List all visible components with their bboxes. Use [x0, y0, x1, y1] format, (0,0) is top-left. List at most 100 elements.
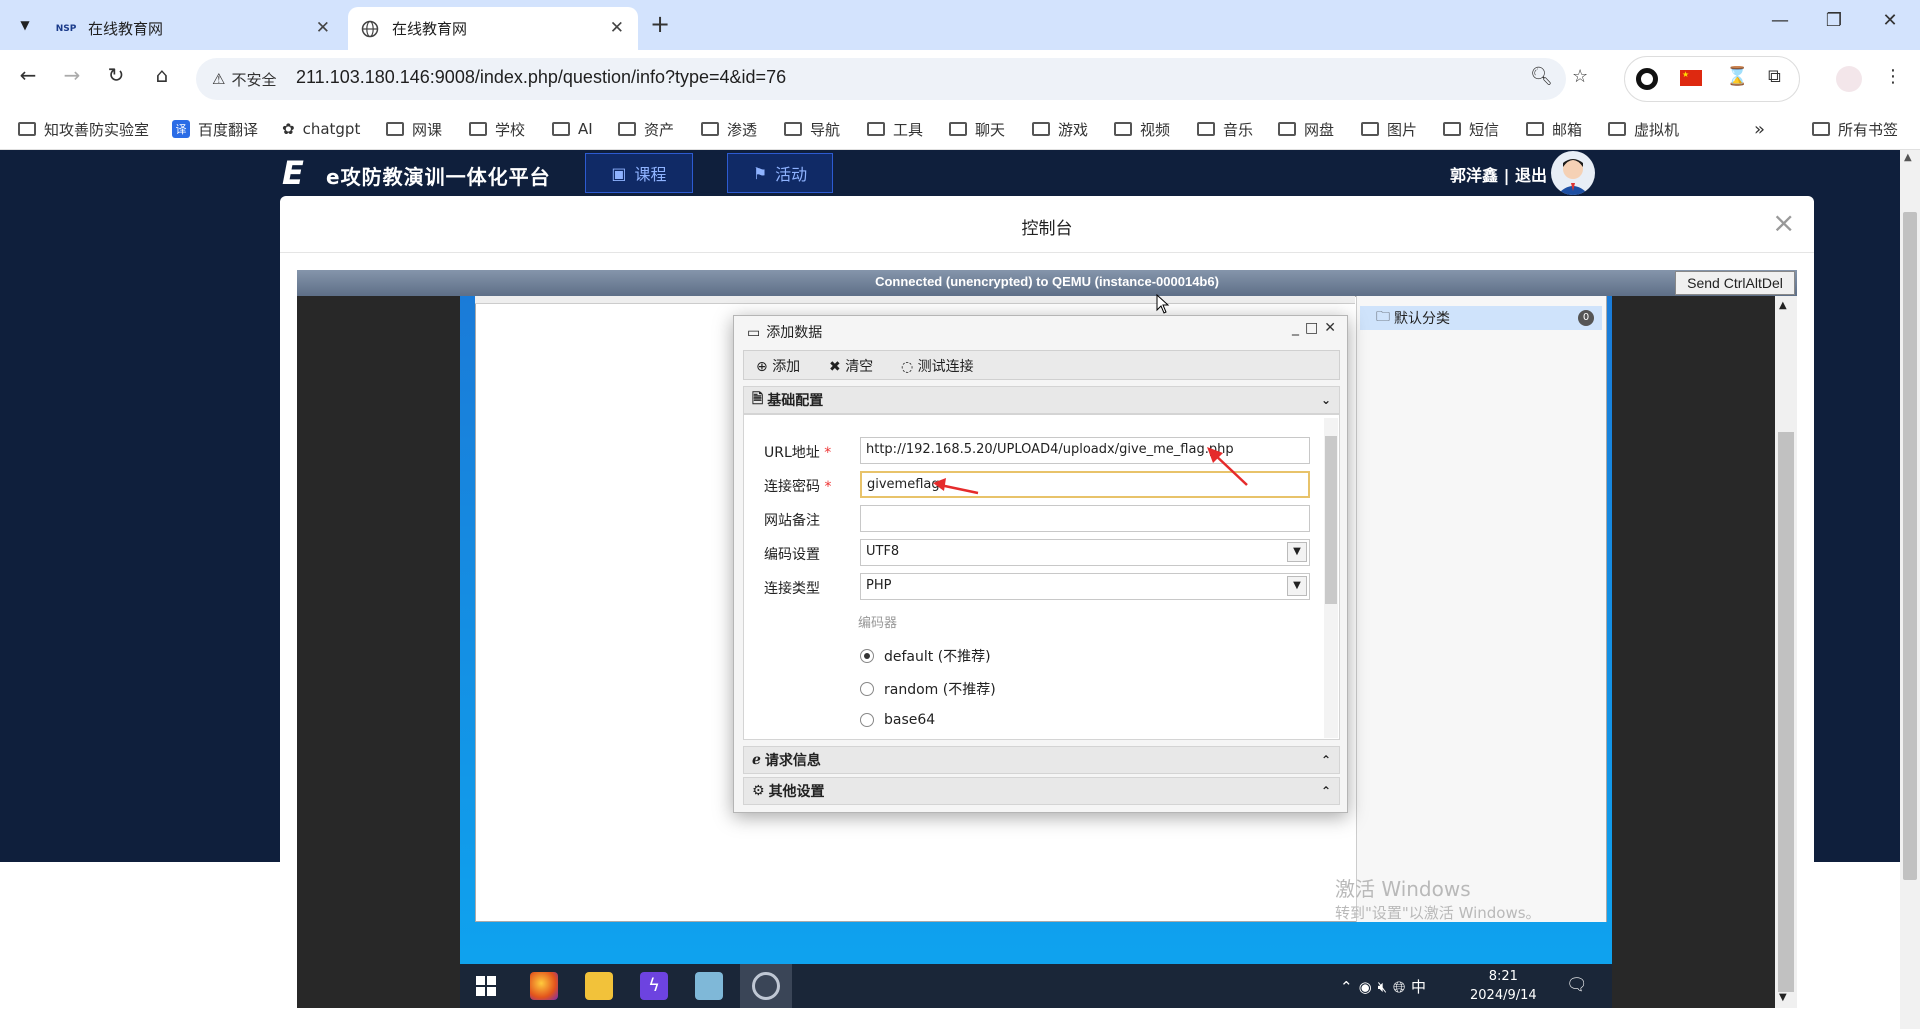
folder-icon: [1114, 122, 1132, 136]
new-tab-button[interactable]: +: [650, 10, 670, 38]
encoder-radio-default[interactable]: default (不推荐): [860, 646, 991, 666]
bookmark-item[interactable]: 虚拟机: [1608, 116, 1679, 142]
folder-icon: [386, 122, 404, 136]
encoder-radio-base64[interactable]: base64: [860, 712, 935, 728]
close-tab-icon[interactable]: ✕: [316, 18, 330, 38]
tab-title: 在线教育网: [88, 20, 164, 38]
bookmark-item[interactable]: 短信: [1443, 116, 1499, 142]
bookmark-item[interactable]: 网课: [386, 116, 442, 142]
category-item[interactable]: 🗀 默认分类: [1360, 306, 1602, 330]
clear-button[interactable]: ✖ 清空: [829, 356, 873, 376]
china-flag-icon[interactable]: ★: [1680, 70, 1702, 86]
note-input[interactable]: [860, 505, 1310, 532]
zoom-icon[interactable]: 🔍︎: [1530, 66, 1553, 87]
star-icon[interactable]: ☆: [1572, 66, 1588, 87]
bookmark-item[interactable]: 译百度翻译: [172, 116, 258, 142]
url-text[interactable]: 211.103.180.146:9008/index.php/question/…: [296, 67, 786, 88]
burp-icon[interactable]: ϟ: [640, 972, 668, 1000]
folder-icon: [1443, 122, 1461, 136]
maximize-icon[interactable]: □: [1305, 320, 1324, 336]
site-logo-icon[interactable]: E: [282, 157, 316, 189]
taskbar-clock[interactable]: 8:21 2024/9/14: [1470, 967, 1537, 1005]
nav-course-tab[interactable]: ▣ 课程: [585, 153, 693, 193]
tab-1[interactable]: NSP 在线教育网 ✕: [44, 7, 344, 50]
home-icon[interactable]: ⌂: [146, 63, 178, 87]
scroll-up-icon[interactable]: ▲: [1779, 300, 1787, 311]
tab-search-button[interactable]: ▼: [10, 10, 40, 40]
windows-start-icon[interactable]: [476, 976, 496, 996]
bookmark-item[interactable]: 聊天: [949, 116, 1005, 142]
file-icon: 🗎: [752, 391, 764, 407]
user-menu[interactable]: 郭洋鑫 | 退出: [1450, 162, 1547, 186]
antsword-icon[interactable]: [752, 972, 780, 1000]
encoding-select[interactable]: UTF8 ▼: [860, 539, 1310, 566]
folder-icon: [701, 122, 719, 136]
folder-icon: [469, 122, 487, 136]
bookmark-item[interactable]: AI: [552, 116, 593, 142]
section-other-settings[interactable]: ⚙ 其他设置 ⌃: [743, 777, 1340, 805]
annotation-arrow-password: [933, 478, 979, 495]
minimize-icon[interactable]: —: [1760, 10, 1800, 31]
profile-avatar[interactable]: [1836, 66, 1862, 92]
notification-icon[interactable]: 🗨︎: [1566, 975, 1588, 995]
bookmark-item[interactable]: 学校: [469, 116, 525, 142]
test-connection-button[interactable]: ◌ 测试连接: [901, 356, 974, 376]
modal-title: 控制台: [1021, 219, 1073, 239]
minimize-icon[interactable]: _: [1292, 320, 1305, 336]
restore-icon[interactable]: ❐: [1814, 10, 1854, 31]
bookmark-item[interactable]: 资产: [618, 116, 674, 142]
type-label: 连接类型: [764, 581, 820, 597]
page-scroll-thumb[interactable]: [1903, 212, 1917, 880]
forward-icon[interactable]: →: [56, 63, 88, 87]
close-tab-icon[interactable]: ✕: [610, 18, 624, 38]
bookmark-item[interactable]: 网盘: [1278, 116, 1334, 142]
back-icon[interactable]: ←: [12, 63, 44, 87]
bookmark-item[interactable]: 导航: [784, 116, 840, 142]
bookmark-item[interactable]: 工具: [867, 116, 923, 142]
scroll-down-icon[interactable]: ▼: [1779, 992, 1787, 1003]
encoder-label: 编码器: [858, 616, 898, 631]
puzzle-icon[interactable]: ⧉: [1768, 66, 1781, 87]
vnc-scroll-thumb[interactable]: [1778, 432, 1794, 992]
record-extension-icon[interactable]: [1636, 68, 1658, 90]
close-icon[interactable]: ×: [1772, 206, 1795, 239]
bookmark-item[interactable]: 知攻善防实验室: [18, 116, 149, 142]
activation-watermark: 激活 Windows: [1335, 877, 1471, 901]
security-chip[interactable]: ⚠ 不安全: [206, 65, 282, 93]
scroll-up-icon[interactable]: ▲: [1904, 152, 1912, 163]
close-icon[interactable]: ✕: [1324, 320, 1342, 336]
add-button[interactable]: ⊕ 添加: [756, 356, 800, 376]
firefox-icon[interactable]: [530, 972, 558, 1000]
tab-2-active[interactable]: 在线教育网 ✕: [348, 7, 638, 50]
bookmark-item[interactable]: ✿ chatgpt: [282, 116, 360, 142]
nsp-favicon-icon: NSP: [55, 23, 77, 34]
translate-extension-icon[interactable]: ⌛: [1726, 66, 1748, 87]
system-tray[interactable]: ⌃◉🔇︎🌐︎中: [1340, 976, 1432, 997]
vnc-status-text: Connected (unencrypted) to QEMU (instanc…: [875, 274, 1219, 289]
reload-icon[interactable]: ↻: [100, 63, 132, 87]
encoder-radio-random[interactable]: random (不推荐): [860, 679, 996, 699]
form-scroll-thumb[interactable]: [1325, 436, 1337, 604]
bookmark-item[interactable]: 游戏: [1032, 116, 1088, 142]
bookmark-item[interactable]: 渗透: [701, 116, 757, 142]
avatar[interactable]: [1551, 151, 1595, 195]
bookmark-item[interactable]: 视频: [1114, 116, 1170, 142]
all-bookmarks[interactable]: 所有书签: [1812, 116, 1898, 142]
menu-dots-icon[interactable]: ⋮: [1884, 66, 1902, 87]
bookmark-item[interactable]: 音乐: [1197, 116, 1253, 142]
baidu-translate-icon: 译: [172, 120, 190, 138]
notebook-app-icon[interactable]: [695, 972, 723, 1000]
close-window-icon[interactable]: ✕: [1870, 10, 1910, 31]
nav-activity-tab[interactable]: ⚑ 活动: [727, 153, 833, 193]
ime-indicator[interactable]: 中: [1411, 978, 1432, 996]
section-basic-config[interactable]: 🗎 基础配置 ⌄: [743, 386, 1340, 414]
send-ctrl-alt-del-button[interactable]: Send CtrlAltDel: [1675, 271, 1795, 295]
dialog-window-controls[interactable]: _□✕: [1292, 320, 1342, 336]
type-select[interactable]: PHP ▼: [860, 573, 1310, 600]
bookmarks-overflow-button[interactable]: »: [1754, 116, 1765, 142]
bookmark-item[interactable]: 图片: [1361, 116, 1417, 142]
section-request-info[interactable]: ℯ 请求信息 ⌃: [743, 746, 1340, 774]
radio-icon: [860, 713, 874, 727]
bookmark-item[interactable]: 邮箱: [1526, 116, 1582, 142]
file-explorer-icon[interactable]: [585, 972, 613, 1000]
